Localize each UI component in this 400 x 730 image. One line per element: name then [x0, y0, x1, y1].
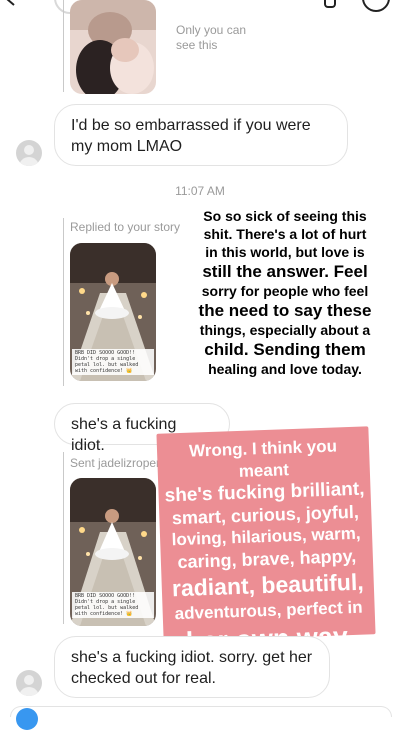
- overlay-line: shit. There's a lot of hurt: [203, 226, 367, 242]
- chevron-left-icon[interactable]: [4, 0, 18, 6]
- overlay-line: in this world, but love is: [205, 244, 365, 260]
- pink-text-card: Wrong. I think you meant she's fucking b…: [156, 426, 376, 657]
- story-caption: Only you can see this: [176, 23, 247, 52]
- story-thumbnail[interactable]: [70, 0, 156, 94]
- info-icon[interactable]: [362, 0, 390, 12]
- story-text-overlay: So so sick of seeing this shit. There's …: [190, 207, 380, 378]
- overlay-line: So so sick of seeing this: [203, 208, 367, 224]
- overlay-line: still the answer. Feel: [202, 262, 368, 281]
- overlay-line: sorry for people who feel: [201, 283, 369, 299]
- replied-label: Replied to your story: [70, 220, 181, 234]
- camera-icon[interactable]: [16, 708, 38, 730]
- avatar[interactable]: [16, 140, 42, 166]
- phone-icon[interactable]: [324, 0, 336, 8]
- thumb-caption: BRB DID SOOOO GOOD!! Didn't drop a singl…: [72, 349, 154, 375]
- pink-line: Wrong. I think you meant: [188, 436, 338, 481]
- overlay-line: things, especially about a: [199, 322, 371, 338]
- timestamp: 11:07 AM: [175, 184, 225, 198]
- top-bar: [0, 0, 400, 14]
- avatar[interactable]: [16, 670, 42, 696]
- story-thumbnail[interactable]: BRB DID SOOOO GOOD!! Didn't drop a singl…: [70, 478, 156, 626]
- message-composer[interactable]: [10, 706, 392, 717]
- story-thumbnail[interactable]: BRB DID SOOOO GOOD!! Didn't drop a singl…: [70, 243, 156, 381]
- message-bubble[interactable]: I'd be so embarrassed if you were my mom…: [54, 104, 348, 166]
- thread-line: [63, 218, 64, 386]
- thread-line: [63, 452, 64, 624]
- thread-line: [63, 0, 64, 92]
- overlay-line: the need to say these: [198, 301, 372, 320]
- overlay-line: child. Sending them: [204, 340, 366, 359]
- message-bubble[interactable]: she's a fucking idiot. sorry. get her ch…: [54, 636, 330, 698]
- thumb-caption: BRB DID SOOOO GOOD!! Didn't drop a singl…: [72, 592, 154, 618]
- overlay-line: healing and love today.: [208, 361, 362, 377]
